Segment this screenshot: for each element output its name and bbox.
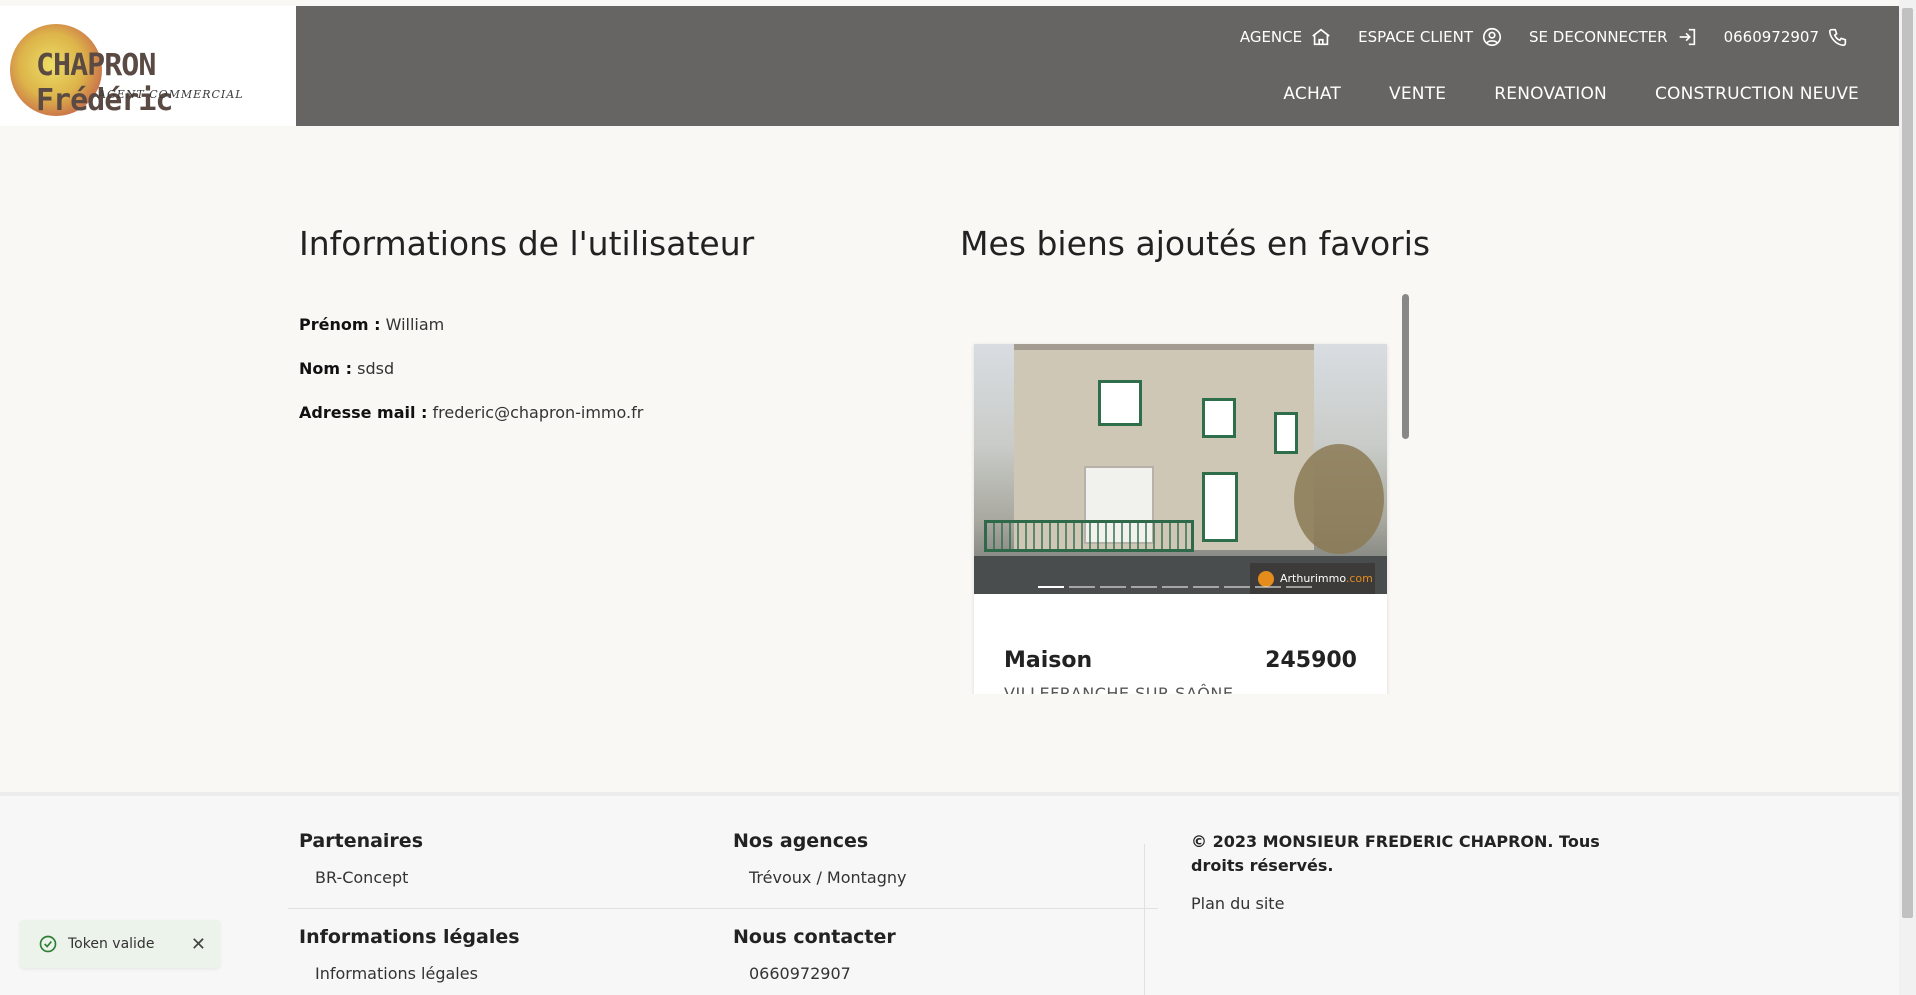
logout-link[interactable]: SE DECONNECTER <box>1529 26 1698 48</box>
copyright: © 2023 MONSIEUR FREDERIC CHAPRON. Tous d… <box>1191 832 1600 875</box>
home-icon <box>1312 28 1330 46</box>
close-icon[interactable]: ✕ <box>191 934 206 955</box>
watermark: Arthurimmo.com <box>1250 563 1375 594</box>
nav-achat[interactable]: ACHAT <box>1283 84 1341 104</box>
footer: Partenaires BR-Concept Nos agences Trévo… <box>0 792 1899 995</box>
last-name-value: sdsd <box>357 359 395 378</box>
footer-divider <box>288 908 1158 909</box>
photo-tree <box>1294 444 1384 554</box>
nav-renovation[interactable]: RENOVATION <box>1494 84 1607 104</box>
favorites-scrollbar[interactable] <box>1402 294 1409 439</box>
photo-dot[interactable] <box>1131 586 1157 588</box>
partners-title: Partenaires <box>299 830 424 852</box>
check-circle-icon <box>39 935 57 953</box>
phone-link[interactable]: 0660972907 <box>1724 26 1849 48</box>
espace-client-link[interactable]: ESPACE CLIENT <box>1358 26 1503 48</box>
top-links: AGENCE ESPACE CLIENT SE DECONNECTER 0660… <box>1240 26 1849 48</box>
toast-notification: Token valide ✕ <box>20 920 220 968</box>
photo-dot[interactable] <box>1286 586 1312 588</box>
nav-construction-neuve[interactable]: CONSTRUCTION NEUVE <box>1655 84 1859 104</box>
photo-fence <box>984 520 1194 552</box>
first-name-label: Prénom : <box>299 315 381 334</box>
photo-dot[interactable] <box>1100 586 1126 588</box>
agencies-title: Nos agences <box>733 830 869 852</box>
email-label: Adresse mail : <box>299 403 428 422</box>
last-name-row: Nom : sdsd <box>299 359 394 378</box>
first-name-value: William <box>385 315 445 334</box>
legal-link[interactable]: Informations légales <box>315 964 478 983</box>
logout-label: SE DECONNECTER <box>1529 28 1668 46</box>
photo-dot[interactable] <box>1069 586 1095 588</box>
photo-window <box>1202 398 1236 438</box>
logo-name: CHAPRON Frédéric <box>36 48 174 118</box>
footer-divider-vertical <box>1144 844 1145 995</box>
photo-window <box>1274 412 1298 454</box>
favorites-list[interactable]: Arthurimmo.com Maison 245900 VILLEFRANCH… <box>960 294 1411 694</box>
agency-link[interactable]: Trévoux / Montagny <box>749 868 907 887</box>
photo-door <box>1202 472 1238 542</box>
photo-dot[interactable] <box>1224 586 1250 588</box>
user-circle-icon <box>1482 27 1502 47</box>
photo-dot[interactable] <box>1038 586 1064 588</box>
partner-link[interactable]: BR-Concept <box>315 868 408 887</box>
watermark-text: Arthurimmo.com <box>1280 572 1373 585</box>
property-city: VILLEFRANCHE SUR SAÔNE <box>1004 684 1234 694</box>
contact-title: Nous contacter <box>733 926 896 948</box>
property-price: 245900 <box>1265 648 1357 673</box>
photo-dot[interactable] <box>1193 586 1219 588</box>
last-name-label: Nom : <box>299 359 353 378</box>
favorites-title: Mes biens ajoutés en favoris <box>960 224 1431 263</box>
sitemap-link[interactable]: Plan du site <box>1191 894 1284 913</box>
property-type: Maison <box>1004 648 1093 673</box>
agence-link[interactable]: AGENCE <box>1240 26 1332 48</box>
logo[interactable]: CHAPRON Frédéric AGENT COMMERCIAL <box>0 6 296 126</box>
phone-icon <box>1828 28 1847 47</box>
first-name-row: Prénom : William <box>299 315 444 334</box>
phone-label: 0660972907 <box>1723 28 1819 46</box>
espace-client-label: ESPACE CLIENT <box>1358 28 1474 46</box>
photo-window <box>1098 380 1142 426</box>
agence-label: AGENCE <box>1239 28 1303 46</box>
main-nav: ACHAT VENTE RENOVATION CONSTRUCTION NEUV… <box>1283 84 1859 104</box>
toast-message: Token valide <box>68 936 155 952</box>
contact-phone[interactable]: 0660972907 <box>749 964 851 983</box>
property-card[interactable]: Arthurimmo.com Maison 245900 VILLEFRANCH… <box>974 344 1387 694</box>
nav-vente[interactable]: VENTE <box>1389 84 1446 104</box>
logo-subtitle: AGENT COMMERCIAL <box>98 88 244 101</box>
email-row: Adresse mail : frederic@chapron-immo.fr <box>299 403 643 422</box>
photo-dot[interactable] <box>1162 586 1188 588</box>
watermark-icon <box>1258 570 1274 587</box>
legal-title: Informations légales <box>299 926 520 948</box>
logout-icon <box>1679 28 1695 46</box>
site-header: CHAPRON Frédéric AGENT COMMERCIAL AGENCE… <box>0 6 1899 126</box>
property-photo[interactable]: Arthurimmo.com <box>974 344 1387 594</box>
page-scrollbar-thumb[interactable] <box>1902 8 1913 918</box>
user-info-title: Informations de l'utilisateur <box>299 224 755 263</box>
photo-dot[interactable] <box>1255 586 1281 588</box>
email-value: frederic@chapron-immo.fr <box>432 403 644 422</box>
photo-pagination <box>1038 586 1312 588</box>
